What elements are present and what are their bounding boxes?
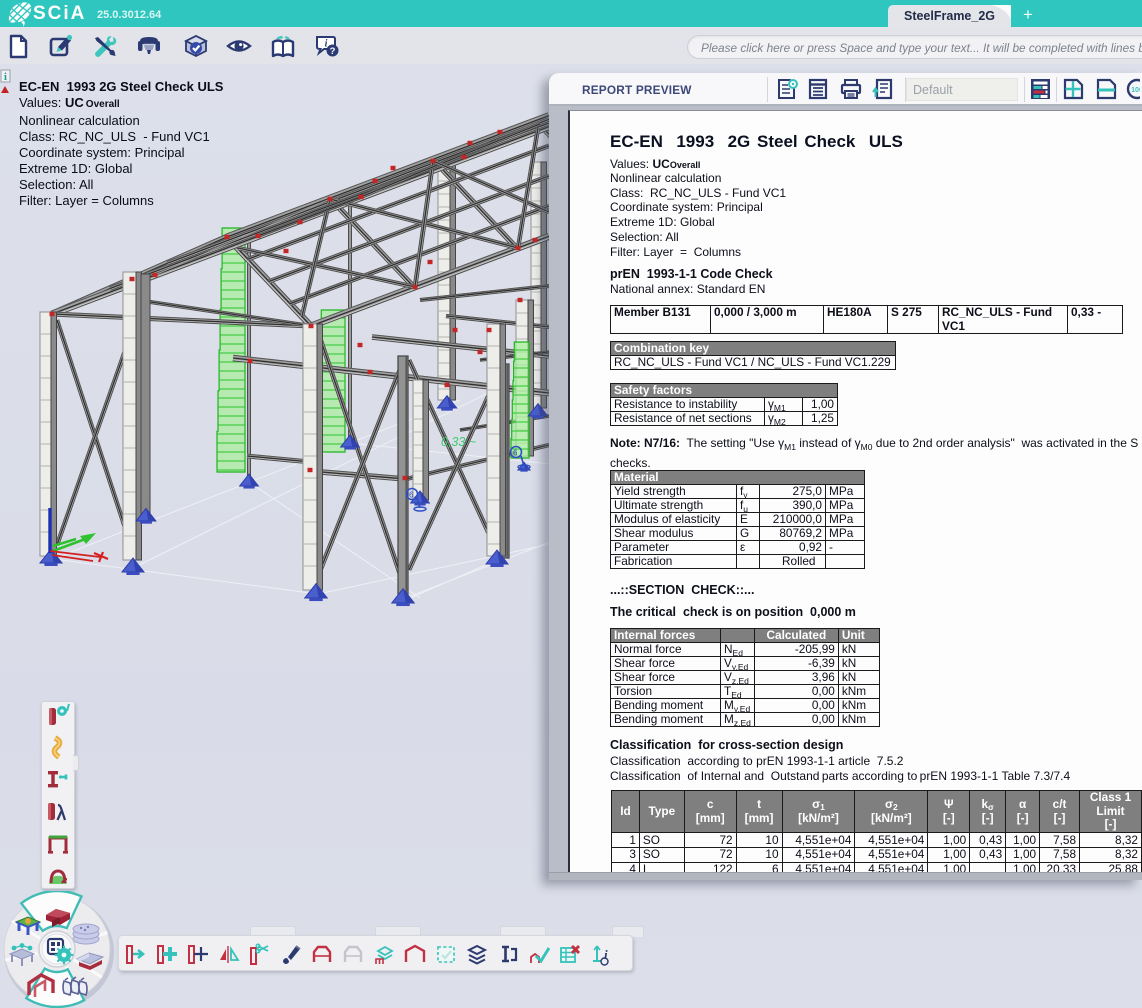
svg-text:0,33 ~: 0,33 ~ bbox=[441, 435, 476, 449]
svg-text:6: 6 bbox=[409, 491, 414, 500]
svg-text:i: i bbox=[4, 72, 7, 83]
svg-text:100: 100 bbox=[1131, 87, 1140, 94]
svg-text:6: 6 bbox=[513, 449, 518, 458]
svg-text:?: ? bbox=[330, 46, 336, 57]
